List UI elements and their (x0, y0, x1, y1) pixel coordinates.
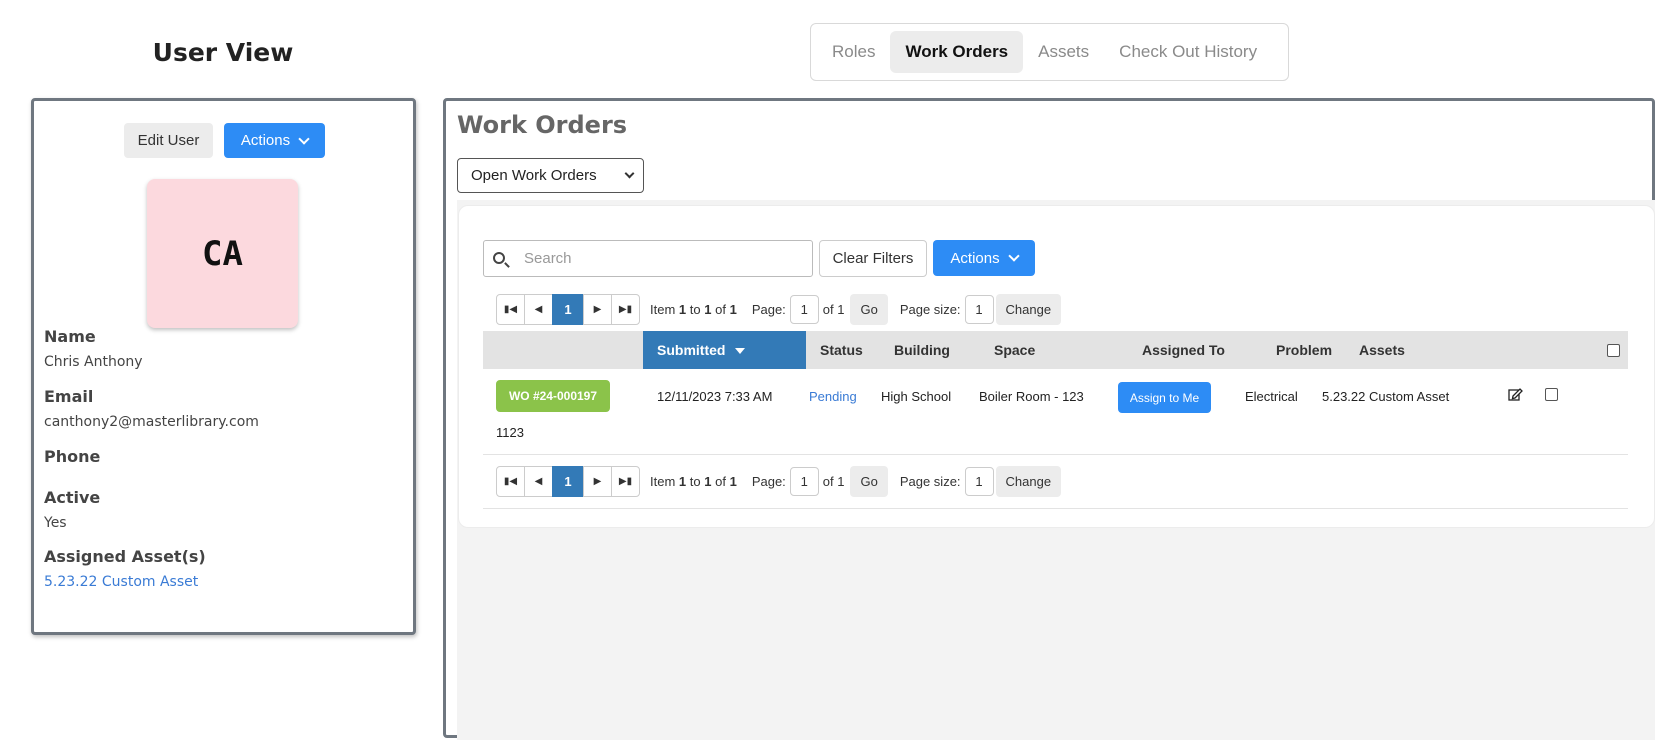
page-of-label: of 1 (822, 474, 845, 489)
chevron-down-icon (1007, 250, 1020, 262)
tab-assets[interactable]: Assets (1023, 31, 1104, 73)
page-size-label: Page size: (899, 474, 961, 489)
item-range: Item 1 to 1 of 1 (650, 474, 737, 489)
clear-filters-button[interactable]: Clear Filters (819, 240, 927, 277)
user-actions-label: Actions (240, 132, 291, 149)
column-submitted[interactable]: Submitted (643, 331, 806, 369)
page-size-input[interactable]: 1 (964, 295, 994, 324)
work-orders-title: Work Orders (457, 111, 628, 139)
change-page-size-button[interactable]: Change (995, 294, 1062, 325)
assigned-assets-label: Assigned Asset(s) (44, 547, 206, 566)
edit-user-button[interactable]: Edit User (124, 123, 213, 158)
column-assets[interactable]: Assets (1359, 331, 1405, 369)
search-placeholder: Search (524, 250, 572, 267)
last-page-button[interactable]: ▶▮ (611, 294, 640, 325)
page-size-label: Page size: (899, 302, 961, 317)
pager-bottom: ▮◀ ◀ 1 ▶ ▶▮ Item 1 to 1 of 1 Page: 1 of … (496, 466, 1062, 497)
page-number-input[interactable]: 1 (789, 295, 819, 324)
change-page-size-button[interactable]: Change (995, 466, 1062, 497)
last-page-button[interactable]: ▶▮ (611, 466, 640, 497)
work-order-filter-value: Open Work Orders (471, 167, 597, 184)
assets-cell: 5.23.22 Custom Asset (1322, 389, 1450, 404)
first-page-button[interactable]: ▮◀ (496, 466, 525, 497)
name-value: Chris Anthony (44, 354, 143, 370)
work-order-number-button[interactable]: WO #24-000197 (496, 380, 610, 412)
grid-actions-button[interactable]: Actions (933, 240, 1035, 276)
email-label: Email (44, 387, 94, 406)
page-size-input[interactable]: 1 (964, 467, 994, 496)
column-space[interactable]: Space (994, 331, 1035, 369)
assign-to-me-button[interactable]: Assign to Me (1118, 382, 1211, 413)
table-bottom-divider (483, 508, 1628, 509)
search-input[interactable]: Search (483, 240, 813, 277)
grid-actions-label: Actions (950, 249, 1000, 267)
go-button[interactable]: Go (850, 466, 888, 497)
submitted-cell: 12/11/2023 7:33 AM (657, 389, 773, 404)
chevron-down-icon (624, 168, 635, 179)
prev-page-button[interactable]: ◀ (524, 466, 553, 497)
column-building[interactable]: Building (894, 331, 950, 369)
column-problem[interactable]: Problem (1276, 331, 1332, 369)
table-header: Submitted Status Building Space Assigned… (483, 331, 1628, 369)
column-assigned-to[interactable]: Assigned To (1142, 331, 1225, 369)
page-label: Page: (751, 302, 786, 317)
edit-note-icon[interactable] (1507, 386, 1523, 405)
name-label: Name (44, 327, 96, 346)
tab-work-orders[interactable]: Work Orders (890, 31, 1024, 73)
active-value: Yes (44, 515, 67, 531)
building-cell: High School (881, 389, 952, 404)
first-page-button[interactable]: ▮◀ (496, 294, 525, 325)
row-divider (483, 454, 1628, 455)
assigned-asset-link[interactable]: 5.23.22 Custom Asset (44, 574, 198, 590)
tab-bar: Roles Work Orders Assets Check Out Histo… (810, 23, 1289, 81)
page-number-input[interactable]: 1 (789, 467, 819, 496)
avatar: CA (147, 179, 298, 328)
current-page-button[interactable]: 1 (552, 294, 584, 325)
item-range: Item 1 to 1 of 1 (650, 302, 737, 317)
chevron-down-icon (298, 132, 310, 145)
sort-desc-icon (735, 348, 746, 354)
page-title: User View (152, 38, 294, 67)
column-status[interactable]: Status (820, 331, 863, 369)
tab-check-out-history[interactable]: Check Out History (1104, 31, 1272, 73)
user-card: Edit User Actions CA Name Chris Anthony … (31, 98, 416, 635)
email-value: canthony2@masterlibrary.com (44, 414, 259, 430)
work-order-filter-select[interactable]: Open Work Orders (457, 158, 644, 193)
next-page-button[interactable]: ▶ (583, 294, 612, 325)
page-label: Page: (751, 474, 786, 489)
status-link[interactable]: Pending (809, 389, 857, 404)
row-checkbox[interactable] (1545, 388, 1558, 401)
space-cell: Boiler Room - 123 (979, 389, 1084, 404)
select-all-checkbox[interactable] (1607, 331, 1620, 369)
prev-page-button[interactable]: ◀ (524, 294, 553, 325)
pager-top: ▮◀ ◀ 1 ▶ ▶▮ Item 1 to 1 of 1 Page: 1 of … (496, 294, 1062, 325)
page-of-label: of 1 (822, 302, 845, 317)
user-actions-button[interactable]: Actions (224, 123, 325, 158)
column-submitted-label: Submitted (657, 342, 726, 358)
tab-roles[interactable]: Roles (817, 31, 890, 73)
search-icon (493, 252, 505, 264)
work-orders-card: Work Orders Open Work Orders Search Clea… (443, 98, 1655, 740)
active-label: Active (44, 488, 101, 507)
problem-cell: Electrical (1245, 389, 1298, 404)
work-orders-grid: Search Clear Filters Actions ▮◀ ◀ 1 ▶ ▶▮… (458, 205, 1655, 528)
current-page-button[interactable]: 1 (552, 466, 584, 497)
go-button[interactable]: Go (850, 294, 888, 325)
phone-label: Phone (44, 447, 101, 466)
row-subtext: 1123 (496, 425, 524, 440)
next-page-button[interactable]: ▶ (583, 466, 612, 497)
